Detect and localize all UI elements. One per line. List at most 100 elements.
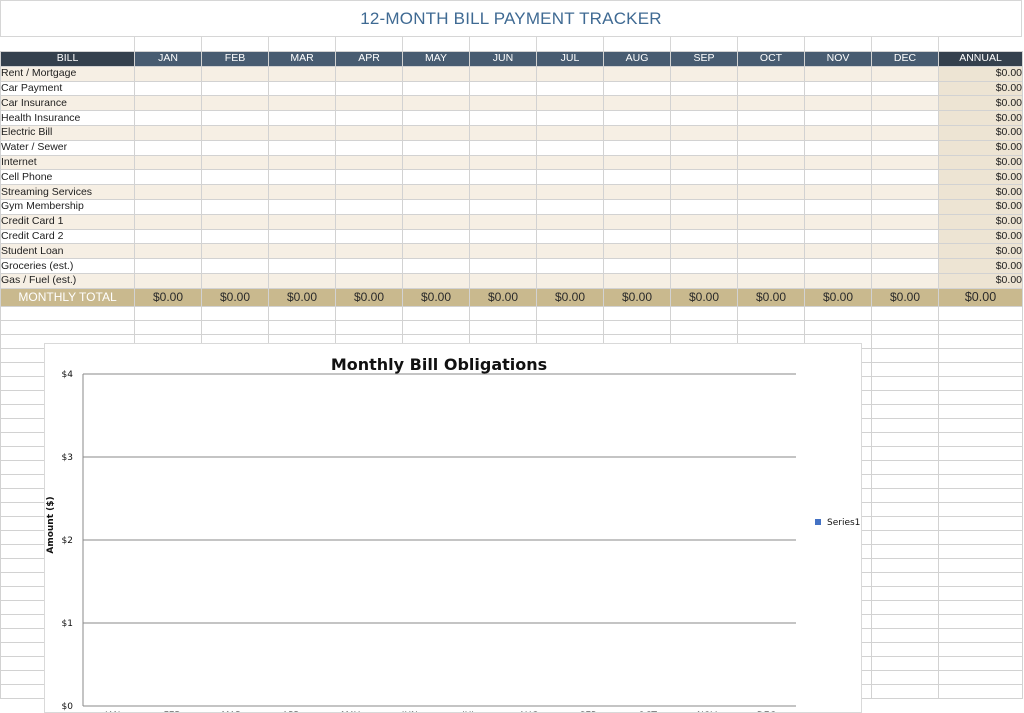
amount-cell[interactable] <box>201 228 269 245</box>
amount-cell[interactable] <box>201 243 269 260</box>
empty-cell[interactable] <box>871 389 939 405</box>
amount-cell[interactable] <box>268 258 336 274</box>
amount-cell[interactable] <box>603 213 671 230</box>
amount-cell[interactable] <box>268 110 336 126</box>
amount-cell[interactable] <box>536 80 604 97</box>
amount-cell[interactable] <box>402 110 470 126</box>
amount-cell[interactable] <box>536 184 604 200</box>
amount-cell[interactable] <box>201 65 269 82</box>
amount-cell[interactable] <box>737 95 805 112</box>
amount-cell[interactable] <box>268 213 336 230</box>
amount-cell[interactable] <box>871 184 939 200</box>
amount-cell[interactable] <box>268 169 336 186</box>
amount-cell[interactable] <box>134 198 202 215</box>
empty-cell[interactable] <box>938 473 1023 489</box>
empty-cell[interactable] <box>871 599 939 615</box>
bill-label[interactable]: Internet <box>0 154 135 171</box>
empty-cell[interactable] <box>871 375 939 391</box>
empty-cell[interactable] <box>0 305 135 321</box>
amount-cell[interactable] <box>670 124 738 141</box>
annual-cell[interactable]: $0.00 <box>938 243 1023 260</box>
amount-cell[interactable] <box>268 184 336 200</box>
amount-cell[interactable] <box>536 154 604 171</box>
amount-cell[interactable] <box>469 198 537 215</box>
amount-cell[interactable] <box>134 80 202 97</box>
amount-cell[interactable] <box>603 258 671 274</box>
amount-cell[interactable] <box>268 154 336 171</box>
empty-cell[interactable] <box>938 515 1023 531</box>
header-apr[interactable]: APR <box>335 51 403 67</box>
amount-cell[interactable] <box>134 213 202 230</box>
amount-cell[interactable] <box>469 80 537 97</box>
amount-cell[interactable] <box>134 110 202 126</box>
amount-cell[interactable] <box>670 80 738 97</box>
header-bill[interactable]: BILL <box>0 51 135 67</box>
monthly-total-value[interactable]: $0.00 <box>804 287 872 307</box>
amount-cell[interactable] <box>536 198 604 215</box>
amount-cell[interactable] <box>804 154 872 171</box>
amount-cell[interactable] <box>804 65 872 82</box>
empty-cell[interactable] <box>0 319 135 335</box>
amount-cell[interactable] <box>134 169 202 186</box>
amount-cell[interactable] <box>201 95 269 112</box>
amount-cell[interactable] <box>469 65 537 82</box>
annual-cell[interactable]: $0.00 <box>938 213 1023 230</box>
amount-cell[interactable] <box>536 169 604 186</box>
amount-cell[interactable] <box>670 243 738 260</box>
amount-cell[interactable] <box>134 243 202 260</box>
amount-cell[interactable] <box>201 110 269 126</box>
amount-cell[interactable] <box>737 124 805 141</box>
amount-cell[interactable] <box>335 184 403 200</box>
annual-cell[interactable]: $0.00 <box>938 169 1023 186</box>
header-jul[interactable]: JUL <box>536 51 604 67</box>
amount-cell[interactable] <box>737 228 805 245</box>
amount-cell[interactable] <box>201 198 269 215</box>
bill-label[interactable]: Streaming Services <box>0 184 135 200</box>
monthly-total-value[interactable]: $0.00 <box>201 287 269 307</box>
amount-cell[interactable] <box>536 95 604 112</box>
amount-cell[interactable] <box>670 272 738 289</box>
amount-cell[interactable] <box>402 169 470 186</box>
amount-cell[interactable] <box>469 110 537 126</box>
amount-cell[interactable] <box>603 198 671 215</box>
empty-cell[interactable] <box>871 543 939 559</box>
amount-cell[interactable] <box>871 258 939 274</box>
amount-cell[interactable] <box>536 258 604 274</box>
empty-cell[interactable] <box>871 333 939 349</box>
amount-cell[interactable] <box>670 258 738 274</box>
amount-cell[interactable] <box>469 169 537 186</box>
empty-cell[interactable] <box>871 431 939 447</box>
empty-cell[interactable] <box>469 319 537 335</box>
amount-cell[interactable] <box>737 272 805 289</box>
amount-cell[interactable] <box>871 110 939 126</box>
amount-cell[interactable] <box>268 243 336 260</box>
amount-cell[interactable] <box>804 95 872 112</box>
amount-cell[interactable] <box>603 243 671 260</box>
empty-cell[interactable] <box>871 445 939 461</box>
empty-cell[interactable] <box>871 473 939 489</box>
empty-cell[interactable] <box>670 319 738 335</box>
empty-cell[interactable] <box>938 459 1023 475</box>
amount-cell[interactable] <box>603 184 671 200</box>
header-jan[interactable]: JAN <box>134 51 202 67</box>
amount-cell[interactable] <box>268 198 336 215</box>
amount-cell[interactable] <box>871 95 939 112</box>
monthly-total-value[interactable]: $0.00 <box>737 287 805 307</box>
amount-cell[interactable] <box>134 124 202 141</box>
empty-cell[interactable] <box>871 683 939 699</box>
amount-cell[interactable] <box>603 95 671 112</box>
amount-cell[interactable] <box>201 154 269 171</box>
amount-cell[interactable] <box>737 213 805 230</box>
amount-cell[interactable] <box>536 213 604 230</box>
amount-cell[interactable] <box>134 184 202 200</box>
empty-cell[interactable] <box>938 627 1023 643</box>
amount-cell[interactable] <box>737 80 805 97</box>
empty-cell[interactable] <box>871 627 939 643</box>
empty-cell[interactable] <box>938 375 1023 391</box>
amount-cell[interactable] <box>134 154 202 171</box>
empty-cell[interactable] <box>938 571 1023 587</box>
amount-cell[interactable] <box>603 65 671 82</box>
empty-cell[interactable] <box>938 305 1023 321</box>
amount-cell[interactable] <box>804 228 872 245</box>
empty-cell[interactable] <box>268 319 336 335</box>
